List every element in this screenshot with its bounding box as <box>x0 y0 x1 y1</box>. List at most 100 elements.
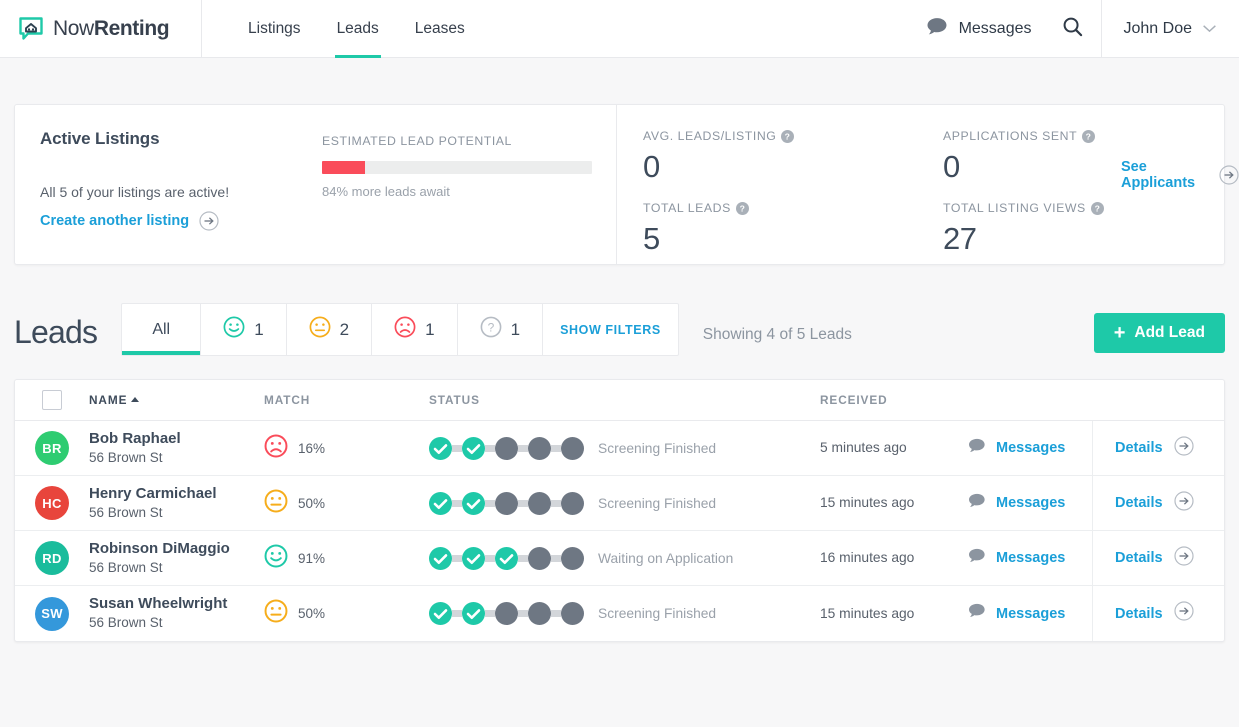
details-label: Details <box>1115 495 1163 511</box>
help-circle-icon[interactable]: ? <box>781 129 795 143</box>
tab-all[interactable]: All <box>122 304 202 355</box>
status-step-3 <box>495 436 518 460</box>
table-body: BR Bob Raphael 56 Brown St 16% Screening… <box>15 420 1224 641</box>
row-name-cell: Susan Wheelwright 56 Brown St <box>89 595 264 632</box>
column-header-received[interactable]: RECEIVED <box>820 393 968 407</box>
column-header-match[interactable]: MATCH <box>264 393 429 407</box>
row-status-cell: Screening Finished <box>429 436 820 460</box>
page-title: Leads <box>14 314 98 350</box>
avatar: SW <box>35 596 69 631</box>
nav-item-leads[interactable]: Leads <box>319 0 397 58</box>
status-step-connector <box>485 499 495 507</box>
user-menu[interactable]: John Doe <box>1100 0 1239 58</box>
see-applicants-link[interactable]: See Applicants <box>1121 159 1239 191</box>
svg-text:?: ? <box>487 320 494 334</box>
match-percent: 16% <box>298 440 326 456</box>
smiley-neutral-icon <box>309 316 331 343</box>
show-filters-button[interactable]: SHOW FILTERS <box>543 304 678 355</box>
stat-label-total-leads-text: TOTAL LEADS <box>643 201 731 215</box>
lead-name: Susan Wheelwright <box>89 595 228 612</box>
lead-address: 56 Brown St <box>89 504 163 520</box>
user-name-label: John Doe <box>1123 19 1193 37</box>
table-row[interactable]: SW Susan Wheelwright 56 Brown St 50% Scr… <box>15 586 1224 641</box>
chat-bubble-icon <box>926 17 948 41</box>
status-step-connector <box>551 610 561 617</box>
add-lead-button[interactable]: + Add Lead <box>1093 313 1225 353</box>
stat-value-total-leads: 5 <box>643 221 660 256</box>
table-header-row: NAME MATCH STATUS RECEIVED <box>15 380 1224 421</box>
column-header-name[interactable]: NAME <box>89 393 264 407</box>
status-step-1 <box>429 491 452 515</box>
tab-unknown-leads[interactable]: ? 1 <box>458 304 544 355</box>
leads-toolbar: Leads All 1 2 1 ? 1 SHOW FILTERS Showing… <box>14 303 1225 356</box>
lead-potential-progress-track <box>322 161 592 174</box>
received-time: 15 minutes ago <box>820 605 915 621</box>
svg-text:?: ? <box>1086 131 1092 141</box>
row-name-cell: Robinson DiMaggio 56 Brown St <box>89 540 264 577</box>
status-text: Screening Finished <box>598 495 717 511</box>
active-listings-title: Active Listings <box>40 129 160 148</box>
messages-link[interactable]: Messages <box>912 17 1046 41</box>
row-details-cell: Details <box>1092 530 1224 586</box>
status-text: Waiting on Application <box>598 550 734 566</box>
lead-potential-label: ESTIMATED LEAD POTENTIAL <box>322 134 512 148</box>
house-chat-logo-icon <box>18 16 44 42</box>
row-details-link[interactable]: Details <box>1092 530 1224 586</box>
tab-neutral-leads[interactable]: 2 <box>287 304 373 355</box>
match-percent: 50% <box>298 606 326 621</box>
table-row[interactable]: RD Robinson DiMaggio 56 Brown St 91% Wai… <box>15 530 1224 586</box>
chat-bubble-icon <box>968 548 986 569</box>
see-applicants-label: See Applicants <box>1121 159 1196 191</box>
search-icon <box>1062 16 1083 42</box>
top-navigation-bar: NowRenting Listings Leads Leases Message… <box>0 0 1239 58</box>
tab-happy-leads[interactable]: 1 <box>201 304 287 355</box>
status-progress-steps <box>429 602 584 625</box>
nav-item-listings[interactable]: Listings <box>230 0 319 58</box>
status-step-connector <box>518 444 528 452</box>
column-header-status[interactable]: STATUS <box>429 393 820 407</box>
table-row[interactable]: BR Bob Raphael 56 Brown St 16% Screening… <box>15 420 1224 476</box>
status-step-4 <box>528 602 551 625</box>
primary-nav: Listings Leads Leases <box>230 0 483 58</box>
row-messages-link[interactable]: Messages <box>968 493 1092 514</box>
messages-label: Messages <box>996 440 1066 456</box>
tab-unknown-count: 1 <box>510 319 521 339</box>
row-messages-link[interactable]: Messages <box>968 548 1092 569</box>
stat-label-avg-leads: AVG. LEADS/LISTING ? <box>643 129 943 143</box>
stat-label-applications-sent: APPLICATIONS SENT ? <box>943 129 1239 143</box>
status-step-4 <box>528 436 551 460</box>
row-details-link[interactable]: Details <box>1092 475 1224 531</box>
brand-logo-link[interactable]: NowRenting <box>0 0 202 58</box>
status-step-connector <box>518 610 528 617</box>
arrow-right-circle-icon <box>1173 435 1194 461</box>
row-messages-link[interactable]: Messages <box>968 603 1092 624</box>
status-step-4 <box>528 491 551 515</box>
status-step-connector <box>485 610 495 617</box>
status-step-5 <box>561 546 584 570</box>
status-step-5 <box>561 602 584 625</box>
lead-address: 56 Brown St <box>89 449 163 465</box>
lead-name: Henry Carmichael <box>89 484 217 502</box>
nav-item-leases[interactable]: Leases <box>397 0 483 58</box>
status-step-2 <box>462 491 485 515</box>
status-step-3 <box>495 602 518 625</box>
help-circle-icon[interactable]: ? <box>735 201 749 215</box>
help-circle-icon[interactable]: ? <box>1090 201 1104 215</box>
row-details-link[interactable]: Details <box>1092 586 1224 641</box>
row-messages-link[interactable]: Messages <box>968 438 1092 459</box>
create-listing-link[interactable]: Create another listing <box>40 211 322 231</box>
avatar: HC <box>35 486 69 520</box>
row-details-link[interactable]: Details <box>1092 420 1224 476</box>
tab-sad-leads[interactable]: 1 <box>372 304 458 355</box>
table-row[interactable]: HC Henry Carmichael 56 Brown St 50% Scre… <box>15 475 1224 531</box>
search-button[interactable] <box>1046 16 1101 42</box>
status-step-connector <box>551 499 561 507</box>
select-all-checkbox[interactable] <box>42 390 62 410</box>
lead-filter-tabs: All 1 2 1 ? 1 SHOW FILTERS <box>121 303 679 356</box>
received-time: 15 minutes ago <box>820 495 915 510</box>
status-text: Screening Finished <box>598 440 717 456</box>
status-step-2 <box>462 602 485 625</box>
row-name-cell: Henry Carmichael 56 Brown St <box>89 485 264 522</box>
help-circle-icon[interactable]: ? <box>1082 129 1096 143</box>
add-lead-label: Add Lead <box>1134 324 1205 341</box>
